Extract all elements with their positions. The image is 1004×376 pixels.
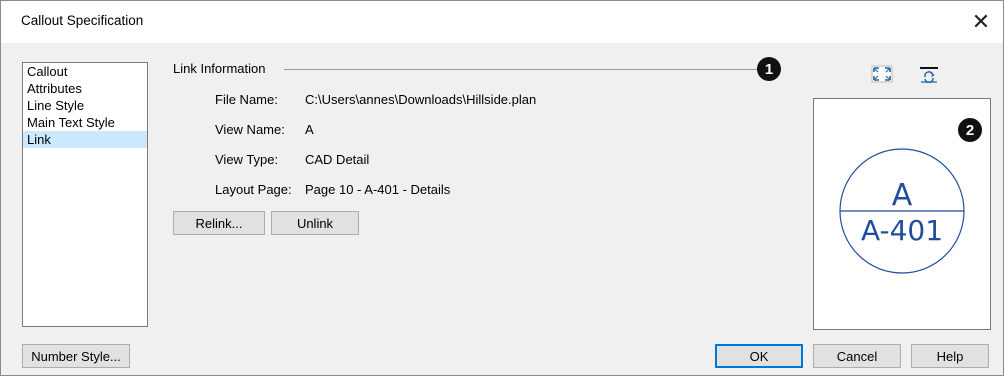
close-icon: ✕	[971, 9, 991, 34]
category-list[interactable]: Callout Attributes Line Style Main Text …	[22, 62, 148, 327]
link-information-heading: Link Information	[173, 61, 266, 76]
view-name-value: A	[305, 122, 314, 137]
preview-bottom-text: A-401	[861, 214, 943, 247]
sidebar-item-callout[interactable]: Callout	[23, 63, 147, 80]
view-name-label: View Name:	[215, 122, 285, 137]
dialog-title: Callout Specification	[21, 13, 144, 28]
number-style-button[interactable]: Number Style...	[22, 344, 130, 368]
callout-badge-2: 2	[958, 118, 982, 142]
group-divider	[284, 69, 774, 70]
refresh-view-icon[interactable]	[918, 65, 940, 84]
relink-button[interactable]: Relink...	[173, 211, 265, 235]
ok-button[interactable]: OK	[715, 344, 803, 368]
close-button[interactable]: ✕	[959, 1, 1003, 43]
zoom-extents-icon[interactable]	[871, 65, 893, 83]
cancel-button[interactable]: Cancel	[813, 344, 901, 368]
callout-specification-dialog: Callout Specification ✕ Callout Attribut…	[0, 0, 1004, 376]
title-bar: Callout Specification ✕	[1, 1, 1003, 43]
help-button[interactable]: Help	[911, 344, 989, 368]
preview-top-text: A	[892, 178, 913, 213]
sidebar-item-link[interactable]: Link	[23, 131, 147, 148]
view-type-value: CAD Detail	[305, 152, 370, 167]
view-type-label: View Type:	[215, 152, 279, 167]
callout-badge-1: 1	[757, 57, 781, 81]
sidebar-item-main-text-style[interactable]: Main Text Style	[23, 114, 147, 131]
layout-page-value: Page 10 - A-401 - Details	[305, 182, 451, 197]
file-name-value: C:\Users\annes\Downloads\Hillside.plan	[305, 92, 537, 107]
sidebar-item-attributes[interactable]: Attributes	[23, 80, 147, 97]
unlink-button[interactable]: Unlink	[271, 211, 359, 235]
file-name-label: File Name:	[215, 92, 278, 107]
layout-page-label: Layout Page:	[215, 182, 292, 197]
sidebar-item-line-style[interactable]: Line Style	[23, 97, 147, 114]
